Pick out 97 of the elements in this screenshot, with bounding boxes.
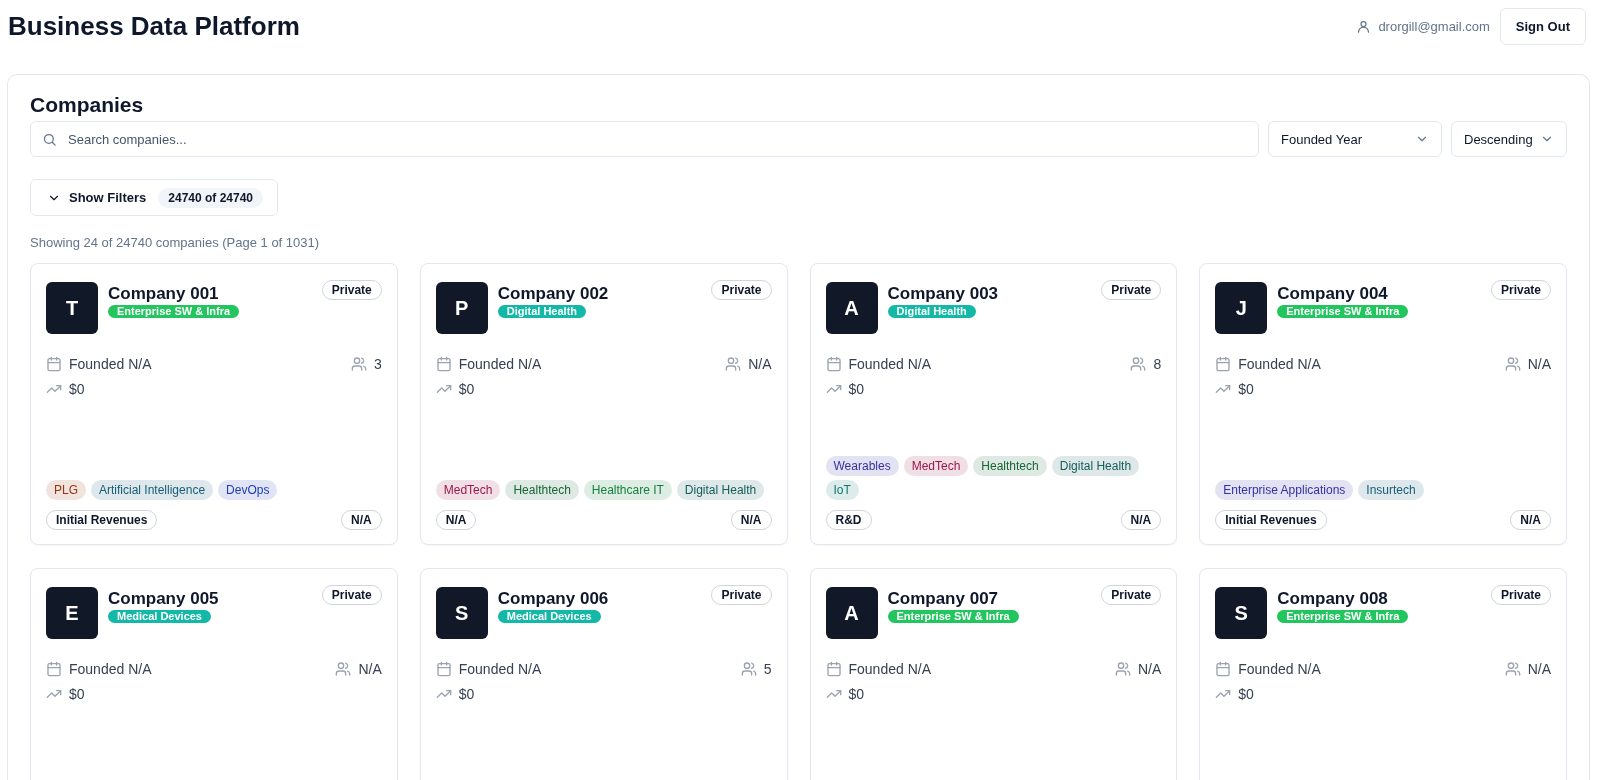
users-icon — [350, 356, 367, 372]
tag: IoT — [825, 480, 859, 500]
app-title: Business Data Platform — [8, 10, 300, 42]
employee-count: N/A — [1137, 661, 1162, 677]
sector-badge: Enterprise SW & Infra — [108, 305, 240, 318]
funding-amount: $0 — [458, 381, 475, 397]
company-logo: T — [46, 282, 98, 334]
company-logo: S — [435, 587, 488, 639]
tag: MedTech — [435, 480, 501, 500]
employee-count: N/A — [358, 661, 382, 677]
company-name: Company 001 — [108, 284, 219, 304]
calendar-icon — [46, 661, 62, 677]
funding-amount: $0 — [458, 686, 475, 702]
user-icon — [1356, 18, 1372, 34]
sort-field-dropdown[interactable]: Founded Year — [1268, 121, 1442, 157]
tag: Healthtech — [505, 480, 579, 500]
tag: Digital Health — [1051, 456, 1140, 476]
users-icon — [725, 356, 742, 372]
section-title: Companies — [30, 93, 145, 117]
employee-count: N/A — [1527, 661, 1551, 677]
users-icon — [1114, 661, 1131, 677]
users-icon — [1130, 356, 1147, 372]
company-logo: A — [825, 282, 878, 334]
show-filters-button[interactable]: Show Filters 24740 of 24740 — [30, 179, 279, 216]
calendar-icon — [825, 661, 842, 677]
tag: DevOps — [218, 480, 278, 500]
sector-badge: Medical Devices — [497, 610, 601, 623]
company-logo: P — [435, 282, 488, 334]
company-name: Company 008 — [1277, 589, 1388, 609]
founded-text: Founded N/A — [69, 356, 152, 372]
employee-count: 5 — [763, 661, 772, 677]
company-card[interactable]: S Company 008 Enterprise SW & Infra Private Founded N/A N/A $0 — [1199, 568, 1567, 780]
funding-amount: $0 — [848, 686, 865, 702]
calendar-icon — [1215, 356, 1232, 372]
tag: Wearables — [825, 456, 899, 476]
company-name: Company 003 — [887, 284, 999, 304]
tag: Insurtech — [1358, 480, 1424, 500]
sector-badge: Medical Devices — [108, 610, 211, 623]
sector-badge: Digital Health — [497, 305, 587, 318]
results-summary: Showing 24 of 24740 companies (Page 1 of 1031) — [30, 235, 321, 250]
tag: MedTech — [903, 456, 969, 476]
founded-text: Founded N/A — [848, 356, 931, 372]
company-card[interactable]: J Company 004 Enterprise SW & Infra Private Founded N/A N/A $0 Enterprise Applications Insurtech Initial Revenues N/A — [1199, 263, 1567, 545]
sector-badge: Enterprise SW & Infra — [887, 610, 1019, 623]
funding-amount: $0 — [1238, 381, 1254, 397]
tag: PLG — [46, 480, 86, 500]
company-card[interactable]: S Company 006 Medical Devices Private Founded N/A 5 $0 — [419, 568, 788, 780]
count-badge: 24740 of 24740 — [158, 187, 264, 208]
founded-text: Founded N/A — [1238, 356, 1321, 372]
employee-count: N/A — [1527, 356, 1551, 372]
funding-amount: $0 — [848, 381, 865, 397]
sign-out-button[interactable]: Sign Out — [1499, 7, 1586, 45]
users-icon — [740, 661, 757, 677]
tag: Artificial Intelligence — [91, 480, 214, 500]
company-card[interactable]: P Company 002 Digital Health Private Founded N/A N/A $0 MedTech Healthtech Healthcare IT Digital Health N/A N/A — [419, 263, 788, 545]
company-card[interactable]: A Company 007 Enterprise SW & Infra Private Founded N/A N/A $0 — [809, 568, 1178, 780]
funding-amount: $0 — [69, 686, 85, 702]
founded-text: Founded N/A — [69, 661, 152, 677]
company-logo: E — [46, 587, 98, 639]
employee-count: N/A — [748, 356, 772, 372]
sector-badge: Digital Health — [887, 305, 976, 318]
company-logo: S — [1215, 587, 1268, 639]
funding-amount: $0 — [1238, 686, 1254, 702]
company-name: Company 007 — [887, 589, 999, 609]
calendar-icon — [435, 661, 452, 677]
calendar-icon — [435, 356, 452, 372]
user-email: drorgill@gmail.com — [1378, 18, 1490, 34]
company-name: Company 004 — [1277, 284, 1388, 304]
company-name: Company 005 — [108, 589, 219, 609]
users-icon — [1504, 356, 1521, 372]
company-name: Company 002 — [497, 284, 609, 304]
calendar-icon — [825, 356, 842, 372]
sort-order-dropdown[interactable]: Descending — [1451, 121, 1567, 157]
tag: Healthcare IT — [583, 480, 672, 500]
sector-badge: Enterprise SW & Infra — [1277, 305, 1409, 318]
company-name: Company 006 — [497, 589, 609, 609]
founded-text: Founded N/A — [458, 356, 542, 372]
calendar-icon — [46, 356, 62, 372]
funding-amount: $0 — [69, 381, 85, 397]
company-logo: J — [1215, 282, 1268, 334]
founded-text: Founded N/A — [1238, 661, 1321, 677]
users-icon — [335, 661, 352, 677]
company-card[interactable]: E Company 005 Medical Devices Private Founded N/A N/A $0 — [30, 568, 398, 780]
company-logo: A — [825, 587, 878, 639]
founded-text: Founded N/A — [458, 661, 542, 677]
company-card[interactable]: T Company 001 Enterprise SW & Infra Private Founded N/A 3 $0 PLG Artificial Intelligence DevOps Initial Revenues N/A — [30, 263, 398, 545]
tag: Enterprise Applications — [1215, 480, 1354, 500]
company-card[interactable]: A Company 003 Digital Health Private Founded N/A 8 $0 Wearables MedTech Healthtech Digital Health IoT R&D N/A — [809, 263, 1178, 545]
founded-text: Founded N/A — [848, 661, 931, 677]
employee-count: 8 — [1153, 356, 1162, 372]
calendar-icon — [1215, 661, 1232, 677]
tag: Healthtech — [973, 456, 1047, 476]
users-icon — [1504, 661, 1521, 677]
search-field[interactable]: Search companies... — [30, 121, 1259, 157]
employee-count: 3 — [373, 356, 382, 372]
sector-badge: Enterprise SW & Infra — [1277, 610, 1409, 623]
tag: Digital Health — [676, 480, 765, 500]
